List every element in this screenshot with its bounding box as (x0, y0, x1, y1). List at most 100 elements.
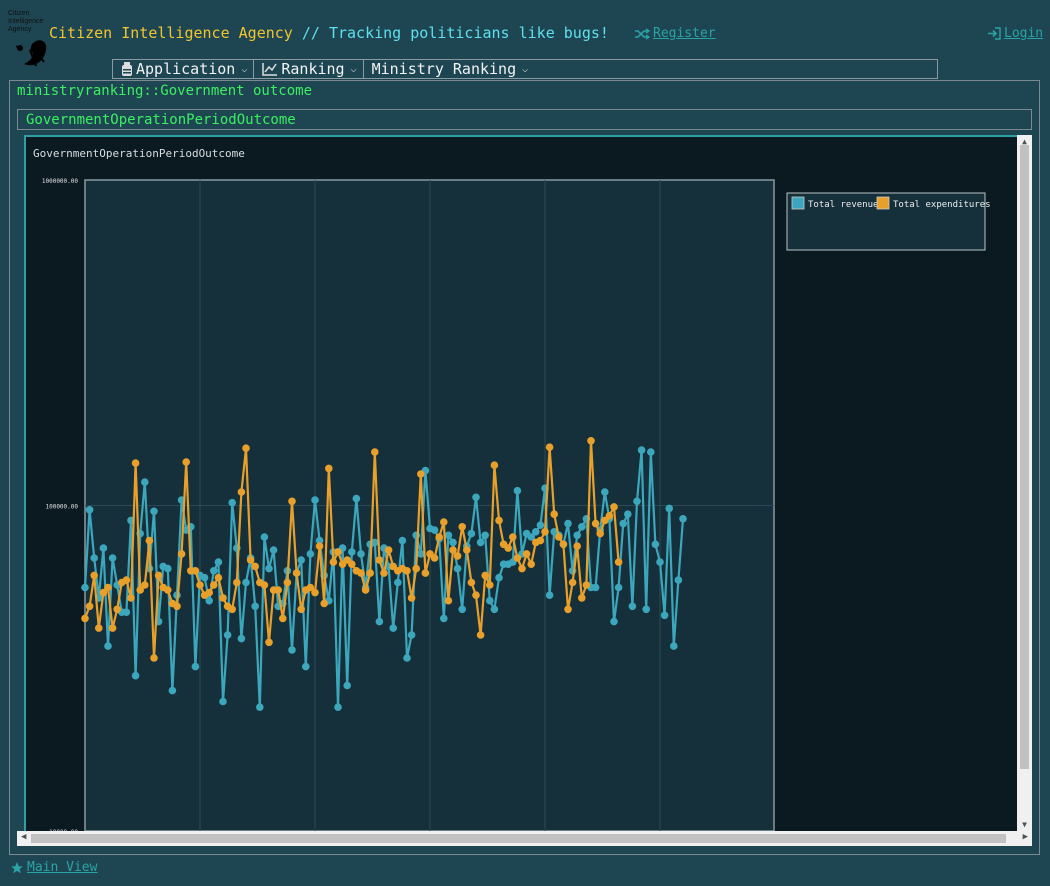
data-point[interactable] (150, 507, 158, 516)
data-point[interactable] (541, 528, 549, 536)
data-point[interactable] (145, 536, 154, 545)
data-point[interactable] (476, 538, 485, 547)
data-point[interactable] (582, 581, 591, 589)
data-point[interactable] (403, 567, 411, 575)
data-point[interactable] (518, 564, 526, 573)
data-point[interactable] (104, 583, 112, 592)
data-point[interactable] (311, 496, 319, 504)
data-point[interactable] (467, 529, 476, 538)
data-point[interactable] (375, 617, 384, 626)
data-point[interactable] (173, 602, 181, 611)
data-point[interactable] (315, 542, 324, 550)
data-point[interactable] (660, 611, 669, 620)
data-point[interactable] (417, 470, 425, 478)
data-point[interactable] (371, 448, 379, 456)
data-point[interactable] (196, 581, 204, 589)
main-view-link[interactable]: Main View (10, 860, 97, 875)
data-point[interactable] (334, 703, 342, 711)
data-point[interactable] (214, 573, 223, 582)
data-point[interactable] (292, 569, 301, 577)
data-point[interactable] (587, 437, 595, 445)
data-point[interactable] (95, 624, 103, 632)
data-point[interactable] (389, 624, 398, 632)
data-point[interactable] (679, 515, 687, 523)
data-point[interactable] (624, 510, 632, 518)
data-point[interactable] (453, 552, 462, 560)
data-point[interactable] (513, 554, 522, 562)
data-point[interactable] (564, 519, 572, 528)
menu-application[interactable]: Application ⌵ (113, 60, 255, 78)
data-point[interactable] (472, 493, 480, 502)
legend[interactable]: Total revenue Total expenditures (786, 192, 991, 251)
data-point[interactable] (614, 583, 623, 592)
data-point[interactable] (458, 605, 467, 614)
data-point[interactable] (108, 624, 117, 632)
data-point[interactable] (164, 564, 172, 573)
data-point[interactable] (421, 569, 430, 577)
horizontal-scrollbar[interactable]: ◀ ▶ (17, 831, 1032, 846)
data-point[interactable] (596, 529, 604, 538)
vertical-scroll-thumb[interactable] (1020, 145, 1029, 769)
data-point[interactable] (578, 523, 586, 531)
data-point[interactable] (513, 486, 522, 495)
data-point[interactable] (495, 516, 503, 525)
data-point[interactable] (311, 588, 319, 597)
data-point[interactable] (430, 526, 439, 534)
data-point[interactable] (550, 510, 558, 518)
data-point[interactable] (398, 536, 407, 545)
horizontal-scroll-thumb[interactable] (31, 834, 1006, 843)
data-point[interactable] (219, 594, 227, 602)
data-point[interactable] (559, 540, 568, 549)
data-point[interactable] (568, 578, 577, 587)
scroll-right-icon[interactable]: ▶ (1023, 832, 1028, 842)
data-point[interactable] (265, 564, 273, 573)
data-point[interactable] (251, 562, 259, 571)
data-point[interactable] (348, 560, 356, 568)
data-point[interactable] (274, 586, 282, 594)
data-point[interactable] (610, 503, 618, 511)
data-point[interactable] (564, 605, 572, 614)
register-link[interactable]: Register (634, 26, 716, 41)
data-point[interactable] (545, 443, 554, 452)
data-point[interactable] (297, 605, 306, 614)
data-point[interactable] (256, 703, 264, 711)
data-point[interactable] (288, 646, 296, 654)
data-point[interactable] (228, 605, 236, 614)
data-point[interactable] (288, 497, 296, 506)
data-point[interactable] (637, 446, 646, 454)
data-point[interactable] (532, 528, 540, 536)
data-point[interactable] (642, 605, 650, 614)
data-point[interactable] (444, 596, 453, 605)
data-point[interactable] (380, 569, 388, 577)
data-point[interactable] (279, 614, 287, 623)
main-view-label[interactable]: Main View (27, 860, 97, 875)
data-point[interactable] (131, 459, 140, 467)
data-point[interactable] (177, 550, 186, 558)
data-point[interactable] (168, 686, 177, 695)
data-point[interactable] (601, 488, 609, 496)
data-point[interactable] (504, 544, 512, 552)
data-point[interactable] (164, 586, 172, 594)
data-point[interactable] (545, 591, 554, 599)
data-point[interactable] (150, 654, 158, 662)
data-point[interactable] (237, 634, 246, 643)
data-point[interactable] (85, 602, 94, 611)
data-point[interactable] (237, 488, 246, 496)
data-point[interactable] (122, 608, 131, 616)
data-point[interactable] (246, 556, 255, 564)
data-point[interactable] (407, 631, 416, 639)
data-point[interactable] (352, 494, 361, 503)
data-point[interactable] (269, 546, 278, 554)
data-point[interactable] (297, 556, 306, 564)
data-point[interactable] (131, 671, 140, 680)
data-point[interactable] (99, 544, 108, 552)
data-point[interactable] (403, 654, 411, 662)
data-point[interactable] (205, 588, 213, 597)
data-point[interactable] (591, 583, 600, 592)
data-point[interactable] (228, 498, 236, 507)
data-point[interactable] (578, 594, 586, 602)
vertical-scrollbar[interactable]: ▲ ▼ (1017, 135, 1032, 831)
data-point[interactable] (440, 518, 448, 526)
data-point[interactable] (85, 506, 94, 514)
data-point[interactable] (361, 586, 370, 594)
